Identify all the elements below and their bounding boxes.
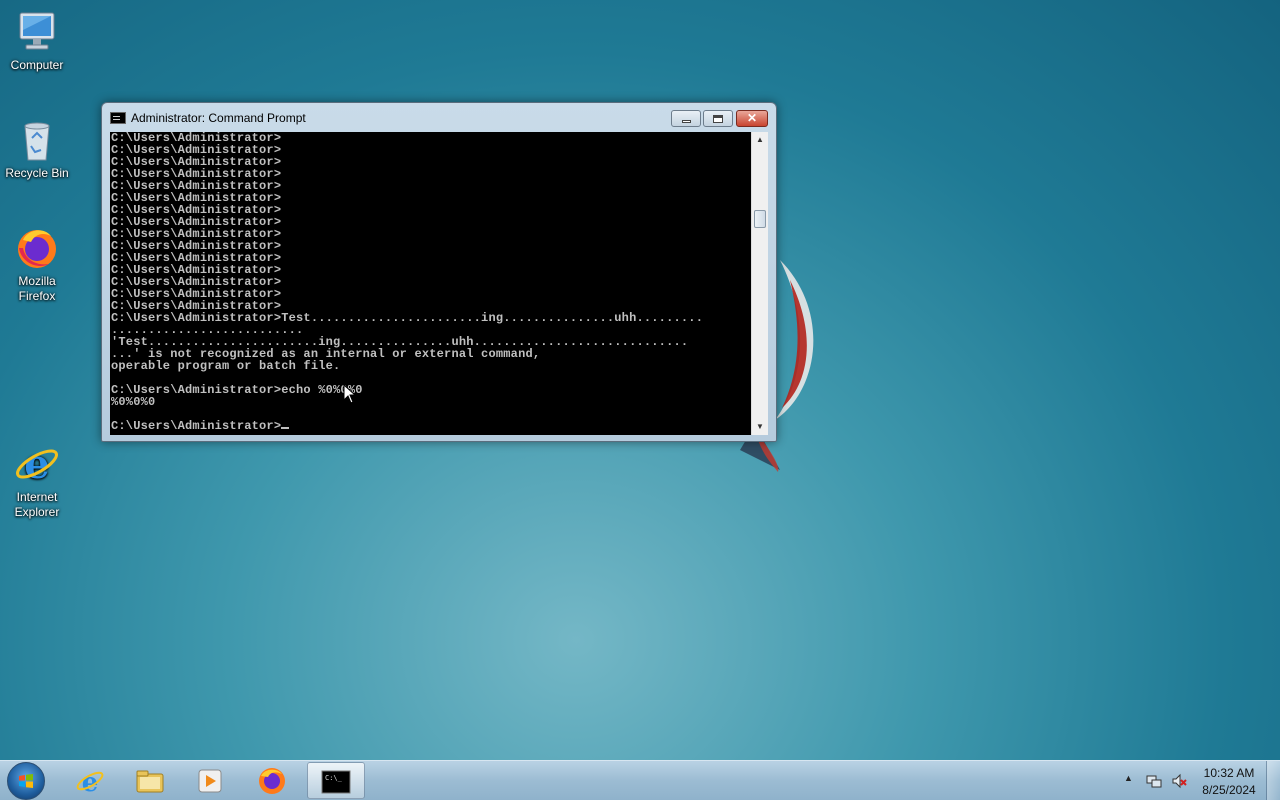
cmd-icon <box>110 112 126 124</box>
desktop-icon-firefox[interactable]: Mozilla Firefox <box>1 224 73 304</box>
taskbar-internet-explorer[interactable]: e <box>62 762 120 799</box>
desktop-icon-label: Computer <box>10 58 64 72</box>
taskbar-firefox[interactable] <box>244 762 302 799</box>
svg-text:e: e <box>24 441 49 488</box>
minimize-button[interactable] <box>671 110 701 127</box>
volume-muted-icon[interactable] <box>1171 773 1187 789</box>
scroll-thumb[interactable] <box>754 210 766 228</box>
desktop-icon-label: Recycle Bin <box>5 166 69 180</box>
firefox-icon <box>259 768 285 794</box>
taskbar: e C:\_ ▲ 10:32 AM 8/25/2024 <box>0 760 1280 800</box>
console-line: operable program or batch file. <box>111 359 341 373</box>
desktop-icon-computer[interactable]: Computer <box>1 8 73 73</box>
text-caret <box>281 427 290 429</box>
window-titlebar[interactable]: Administrator: Command Prompt ✕ <box>102 103 776 131</box>
show-hidden-icons-arrow-icon[interactable]: ▲ <box>1124 773 1133 783</box>
internet-explorer-icon: e <box>76 768 104 796</box>
recycle-bin-icon <box>24 122 50 161</box>
clock-date: 8/25/2024 <box>1202 783 1256 797</box>
internet-explorer-icon: e <box>16 441 58 488</box>
command-prompt-window[interactable]: Administrator: Command Prompt ✕ C:\Users… <box>101 102 777 442</box>
close-icon: ✕ <box>746 111 758 125</box>
console-line: C:\Users\Administrator> <box>111 420 751 432</box>
desktop-icon-recycle-bin[interactable]: Recycle Bin <box>1 116 73 181</box>
desktop-icon-label: Internet Explorer <box>14 490 60 519</box>
console-line: %0%0%0 <box>111 395 156 409</box>
close-button[interactable]: ✕ <box>736 110 768 127</box>
scroll-down-arrow-icon[interactable]: ▼ <box>752 419 768 435</box>
console-output[interactable]: C:\Users\Administrator> C:\Users\Administ… <box>110 132 751 435</box>
start-button[interactable] <box>7 762 45 800</box>
window-title: Administrator: Command Prompt <box>131 111 306 125</box>
system-clock[interactable]: 10:32 AM 8/25/2024 <box>1196 765 1262 799</box>
taskbar-windows-explorer[interactable] <box>122 762 180 799</box>
clock-time: 10:32 AM <box>1203 766 1255 780</box>
maximize-button[interactable] <box>703 110 733 127</box>
scroll-up-arrow-icon[interactable]: ▲ <box>752 132 768 148</box>
desktop-icon-internet-explorer[interactable]: e Internet Explorer <box>1 440 73 520</box>
vertical-scrollbar[interactable]: ▲ ▼ <box>751 132 768 435</box>
show-desktop-button[interactable] <box>1266 761 1280 800</box>
mouse-pointer-icon <box>343 384 357 404</box>
firefox-icon <box>18 230 56 268</box>
network-icon[interactable] <box>1146 773 1162 789</box>
media-player-icon <box>198 769 222 793</box>
computer-icon <box>19 12 55 50</box>
windows-start-icon <box>19 774 33 788</box>
console-text: C:\Users\Administrator> C:\Users\Administ… <box>110 132 751 432</box>
desktop-icon-label: Mozilla Firefox <box>18 274 56 303</box>
taskbar-media-player[interactable] <box>182 762 240 799</box>
svg-text:C:\_: C:\_ <box>325 774 343 782</box>
folder-icon <box>136 770 164 793</box>
cmd-icon: C:\_ <box>321 770 351 794</box>
console-line: C:\Users\Administrator>echo %0%0%0 <box>111 383 363 397</box>
taskbar-command-prompt[interactable]: C:\_ <box>307 762 365 799</box>
